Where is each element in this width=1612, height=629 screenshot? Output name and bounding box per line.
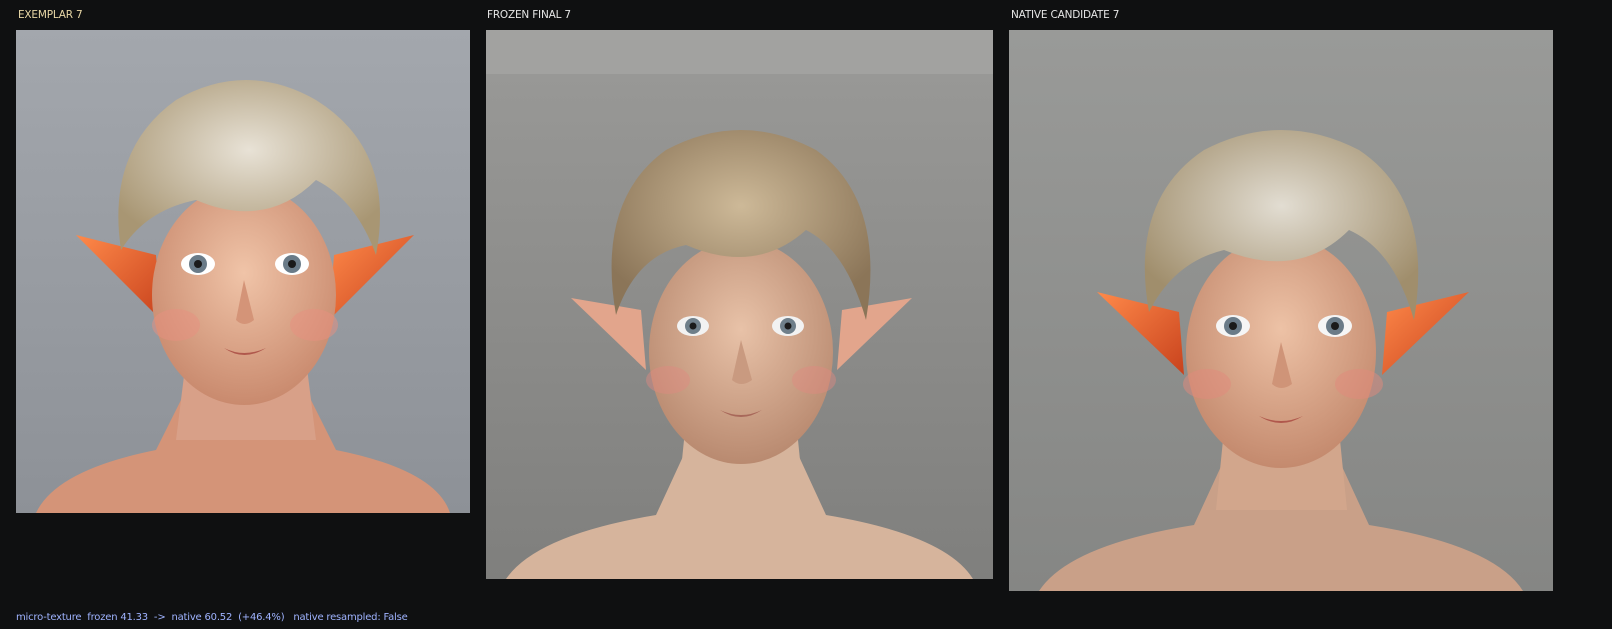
panel-label-frozen-final: FROZEN FINAL 7: [487, 9, 571, 21]
frozen-final-image: [486, 30, 993, 579]
exemplar-image: [16, 30, 470, 513]
micro-texture-status: micro-texture frozen 41.33 -> native 60.…: [16, 612, 408, 623]
panel-label-exemplar: EXEMPLAR 7: [18, 9, 83, 21]
panel-label-native-candidate: NATIVE CANDIDATE 7: [1011, 9, 1120, 21]
native-candidate-image: [1009, 30, 1553, 591]
